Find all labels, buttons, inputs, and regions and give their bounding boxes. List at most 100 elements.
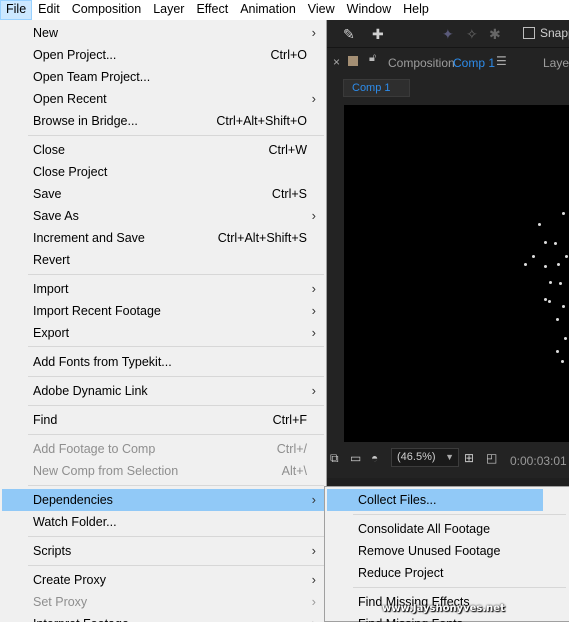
- menu-item-label: Open Recent: [33, 92, 107, 106]
- tab-layer[interactable]: Laye: [543, 56, 569, 70]
- watermark: www.Jayshonyves.net: [382, 603, 505, 614]
- menu-item-interpret-footage[interactable]: Interpret Footage ›: [2, 613, 324, 622]
- snapping-checkbox[interactable]: [523, 27, 535, 39]
- particle: [544, 241, 547, 244]
- particle: [524, 263, 527, 266]
- menu-animation[interactable]: Animation: [234, 0, 302, 20]
- menu-separator: [353, 514, 566, 515]
- submenu-item-remove-unused-footage[interactable]: Remove Unused Footage: [327, 540, 543, 562]
- menu-edit[interactable]: Edit: [32, 0, 66, 20]
- composition-subtab[interactable]: Comp 1: [343, 79, 410, 97]
- menu-separator: [28, 565, 324, 566]
- particle: [559, 282, 562, 285]
- menu-composition[interactable]: Composition: [66, 0, 147, 20]
- panel-menu-icon[interactable]: ☰: [496, 54, 507, 68]
- menu-item-watch-folder[interactable]: Watch Folder...: [2, 511, 324, 533]
- menu-item-label: Dependencies: [33, 493, 113, 507]
- menu-item-label: Add Footage to Comp: [33, 442, 156, 456]
- menu-item-label: Import: [33, 282, 69, 296]
- submenu-item-reduce-project[interactable]: Reduce Project: [327, 562, 543, 584]
- menu-item-label: Browse in Bridge...: [33, 114, 138, 128]
- menu-item-import[interactable]: Import ›: [2, 278, 324, 300]
- menu-separator: [28, 405, 324, 406]
- puppet-overlap-icon[interactable]: ✧: [466, 20, 478, 48]
- menu-layer[interactable]: Layer: [147, 0, 190, 20]
- menu-item-label: New Comp from Selection: [33, 464, 179, 478]
- puppet-starch-icon[interactable]: ✱: [489, 20, 501, 48]
- menu-item-label: Import Recent Footage: [33, 304, 161, 318]
- lock-icon[interactable]: 🔓︎: [369, 52, 376, 65]
- region-of-interest-icon[interactable]: ◰: [486, 451, 497, 465]
- particle: [564, 337, 567, 340]
- chevron-right-icon: ›: [311, 325, 316, 340]
- menu-item-close-project[interactable]: Close Project: [2, 161, 324, 183]
- particle: [561, 360, 564, 363]
- menu-item-label: Save As: [33, 209, 79, 223]
- menu-item-find[interactable]: Find Ctrl+F: [2, 409, 324, 431]
- menu-item-new[interactable]: New ›: [2, 22, 324, 44]
- menu-item-new-comp-from-selection: New Comp from Selection Alt+\: [2, 460, 324, 482]
- menu-view[interactable]: View: [302, 0, 341, 20]
- chevron-right-icon: ›: [311, 543, 316, 558]
- menu-window[interactable]: Window: [341, 0, 397, 20]
- menu-item-export[interactable]: Export ›: [2, 322, 324, 344]
- menu-separator: [28, 376, 324, 377]
- pen-tool-icon[interactable]: ✎: [343, 20, 355, 48]
- dependencies-submenu: Collect Files... Consolidate All Footage…: [324, 486, 569, 622]
- monitor-icon[interactable]: ▭: [350, 451, 361, 465]
- menu-item-open-recent[interactable]: Open Recent ›: [2, 88, 324, 110]
- close-icon[interactable]: ×: [333, 55, 340, 69]
- submenu-item-collect-files[interactable]: Collect Files...: [327, 489, 543, 511]
- chevron-right-icon: ›: [311, 594, 316, 609]
- menu-separator: [28, 135, 324, 136]
- composition-viewer[interactable]: [344, 105, 569, 442]
- menu-item-label: Export: [33, 326, 70, 340]
- menu-item-revert[interactable]: Revert: [2, 249, 324, 271]
- grid-guide-icon[interactable]: ⊞: [464, 451, 474, 465]
- menu-item-shortcut: Ctrl+S: [271, 187, 307, 201]
- chevron-right-icon: ›: [311, 572, 316, 587]
- menu-item-shortcut: Ctrl+O: [270, 48, 307, 62]
- pin-tool-icon[interactable]: ✚: [372, 20, 384, 48]
- menu-item-label: Adobe Dynamic Link: [33, 384, 148, 398]
- menu-item-adobe-dynamic-link[interactable]: Adobe Dynamic Link ›: [2, 380, 324, 402]
- chevron-right-icon: ›: [311, 383, 316, 398]
- submenu-item-consolidate-all-footage[interactable]: Consolidate All Footage: [327, 518, 543, 540]
- mask-visibility-icon[interactable]: ◓: [371, 451, 378, 465]
- menu-item-scripts[interactable]: Scripts ›: [2, 540, 324, 562]
- menu-item-label: Revert: [33, 253, 70, 267]
- menu-item-import-recent-footage[interactable]: Import Recent Footage ›: [2, 300, 324, 322]
- menu-item-add-fonts-typekit[interactable]: Add Fonts from Typekit...: [2, 351, 324, 373]
- submenu-item-find-missing-fonts[interactable]: Find Missing Fonts: [327, 613, 543, 622]
- menu-item-increment-and-save[interactable]: Increment and Save Ctrl+Alt+Shift+S: [2, 227, 324, 249]
- always-preview-icon[interactable]: ⧉: [330, 451, 339, 466]
- composition-name[interactable]: Comp 1: [453, 56, 495, 70]
- chevron-right-icon: ›: [311, 492, 316, 507]
- menu-separator: [28, 274, 324, 275]
- menu-item-close[interactable]: Close Ctrl+W: [2, 139, 324, 161]
- chevron-right-icon: ›: [311, 25, 316, 40]
- menu-item-label: Open Project...: [33, 48, 117, 62]
- current-time-display[interactable]: 0:00:03:01: [510, 454, 567, 468]
- menu-help[interactable]: Help: [397, 0, 435, 20]
- particle: [548, 300, 551, 303]
- menu-separator: [28, 536, 324, 537]
- menu-effect[interactable]: Effect: [190, 0, 234, 20]
- menu-item-label: Close: [33, 143, 65, 157]
- particle: [538, 223, 541, 226]
- magnification-dropdown[interactable]: (46.5%) ▼: [391, 448, 459, 467]
- particle: [557, 263, 560, 266]
- menu-item-dependencies[interactable]: Dependencies ›: [2, 489, 324, 511]
- menu-item-browse-in-bridge[interactable]: Browse in Bridge... Ctrl+Alt+Shift+O: [2, 110, 324, 132]
- menu-item-shortcut: Ctrl+Alt+Shift+S: [217, 231, 307, 245]
- menu-item-open-project[interactable]: Open Project... Ctrl+O: [2, 44, 324, 66]
- menu-item-label: Consolidate All Footage: [358, 522, 491, 536]
- particle: [556, 318, 559, 321]
- menu-item-open-team-project[interactable]: Open Team Project...: [2, 66, 324, 88]
- puppet-tool-icon[interactable]: ✦: [442, 20, 454, 48]
- menu-item-create-proxy[interactable]: Create Proxy ›: [2, 569, 324, 591]
- menu-file[interactable]: File: [0, 0, 33, 20]
- menu-item-save[interactable]: Save Ctrl+S: [2, 183, 324, 205]
- menu-item-save-as[interactable]: Save As ›: [2, 205, 324, 227]
- menu-item-label: Close Project: [33, 165, 108, 179]
